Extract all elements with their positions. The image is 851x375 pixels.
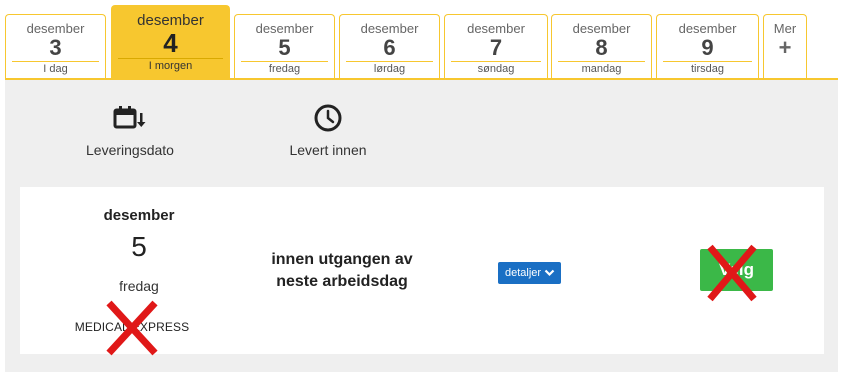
tab-day: 8 — [595, 35, 608, 60]
tab-month: desember — [26, 21, 85, 36]
date-tab-4[interactable]: desember 4 I morgen — [111, 5, 230, 80]
tab-month: desember — [137, 12, 204, 29]
tab-day: 4 — [163, 28, 178, 58]
date-tab-5[interactable]: desember 5 fredag — [234, 14, 335, 78]
carrier-name: MEDICAL EXPRESS — [74, 320, 190, 334]
clock-icon — [263, 102, 393, 134]
chevron-down-icon — [544, 269, 555, 277]
delivery-window-line1: innen utgangen av — [271, 251, 413, 268]
date-tabs: desember 3 I dag desember 4 I morgen des… — [0, 0, 851, 80]
tab-day: 7 — [489, 35, 503, 60]
more-dates-tab[interactable]: Mer + — [763, 14, 807, 78]
date-tab-9[interactable]: desember 9 tirsdag — [656, 14, 759, 78]
tab-sub: I dag — [12, 61, 99, 75]
tab-day: 9 — [701, 35, 714, 60]
tab-sub: søndag — [451, 61, 541, 75]
tab-month: desember — [255, 21, 314, 36]
tab-sub: lørdag — [346, 61, 433, 75]
date-tab-6[interactable]: desember 6 lørdag — [339, 14, 440, 78]
date-tab-3[interactable]: desember 3 I dag — [5, 14, 106, 78]
tab-day: 6 — [383, 35, 396, 60]
select-button[interactable]: Velg — [700, 249, 773, 291]
date-tab-8[interactable]: desember 8 mandag — [551, 14, 652, 78]
option-month: desember — [103, 207, 175, 224]
details-button[interactable]: detaljer — [498, 262, 562, 284]
tab-month: desember — [572, 21, 631, 36]
delivery-window-line2: neste arbeidsdag — [276, 273, 408, 290]
tab-month: desember — [467, 21, 525, 36]
tab-sub: mandag — [558, 61, 645, 75]
delivery-window: innen utgangen av neste arbeidsdag — [242, 249, 442, 293]
sort-delivered-within-label: Levert innen — [289, 142, 367, 158]
tab-sub: tirsdag — [663, 61, 752, 75]
plus-icon: + — [778, 35, 792, 60]
sort-by-delivered-within[interactable]: Levert innen — [263, 102, 393, 158]
tab-day: 3 — [49, 35, 62, 60]
sort-by-delivery-date[interactable]: Leveringsdato — [65, 102, 195, 158]
option-weekday: fredag — [119, 278, 159, 294]
details-label: detaljer — [505, 267, 542, 279]
tab-sub: I morgen — [118, 58, 223, 72]
tab-day: 5 — [278, 35, 291, 60]
delivery-options-panel: Leveringsdato Levert innen desember 5 fr… — [5, 80, 838, 372]
sort-delivery-date-label: Leveringsdato — [86, 142, 174, 158]
date-tab-7[interactable]: desember 7 søndag — [444, 14, 548, 78]
option-day: 5 — [131, 231, 147, 262]
tab-month: desember — [360, 21, 419, 36]
more-label: Mer — [773, 21, 797, 36]
delivery-option-card: desember 5 fredag MEDICAL EXPRESS innen … — [20, 187, 824, 356]
tab-month: desember — [678, 21, 737, 36]
tab-sub: fredag — [241, 61, 328, 75]
calendar-sort-icon — [65, 102, 195, 134]
